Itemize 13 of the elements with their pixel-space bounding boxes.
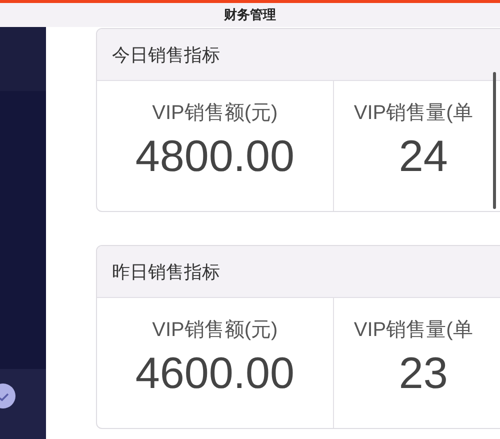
metric-label: VIP销售量(单 bbox=[354, 101, 473, 126]
metric-label: VIP销售额(元) bbox=[152, 101, 278, 126]
metric-value: 4600.00 bbox=[135, 349, 294, 399]
window-title: 财务管理 bbox=[224, 6, 276, 24]
card-title: 今日销售指标 bbox=[112, 44, 220, 66]
metric-label: VIP销售额(元) bbox=[152, 318, 278, 343]
card-title: 昨日销售指标 bbox=[112, 260, 220, 284]
check-icon[interactable] bbox=[0, 383, 16, 409]
metric-label: VIP销售量(单 bbox=[354, 318, 473, 343]
metric-value: 23 bbox=[398, 349, 448, 399]
scrollbar[interactable] bbox=[493, 72, 496, 209]
metric-value: 4800.00 bbox=[135, 132, 294, 182]
metric-value: 24 bbox=[398, 132, 448, 182]
